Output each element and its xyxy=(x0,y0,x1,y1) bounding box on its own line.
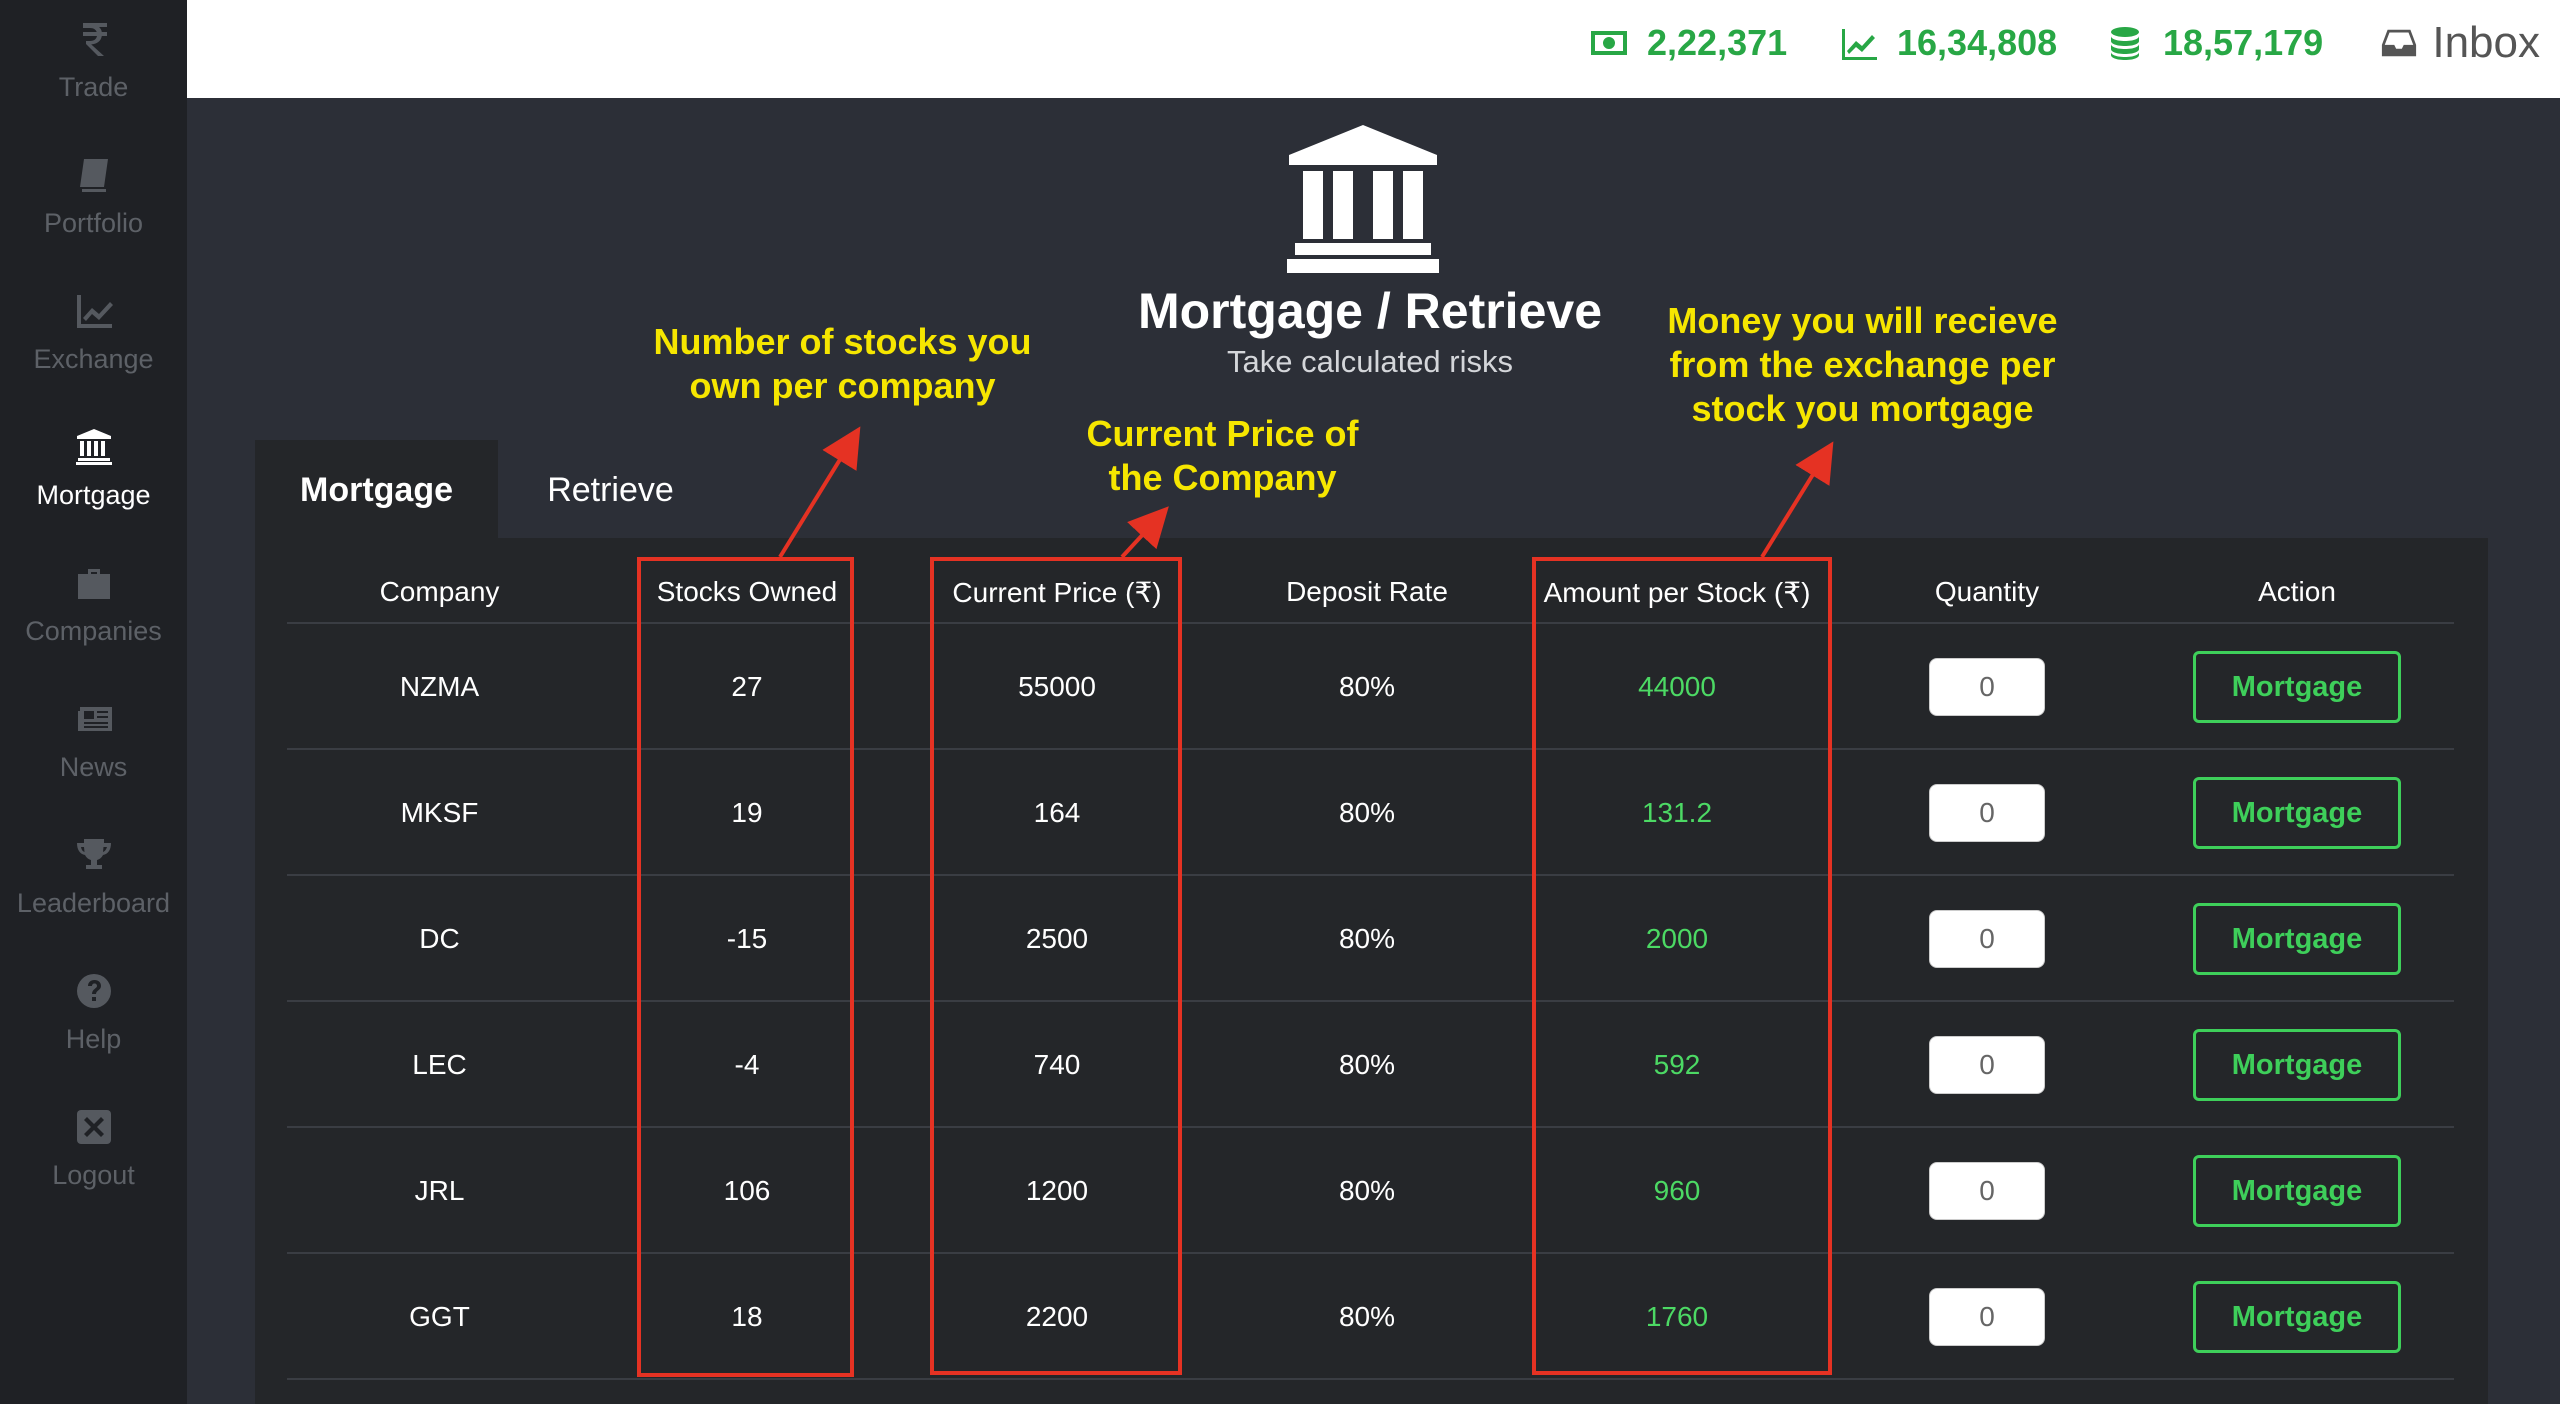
sidebar-item-label: Exchange xyxy=(33,344,154,374)
database-icon xyxy=(2111,27,2139,60)
quantity-input[interactable] xyxy=(1929,1288,2045,1346)
sidebar-item-portfolio[interactable]: Portfolio xyxy=(0,136,187,272)
bank-icon xyxy=(1283,125,1443,273)
sidebar: Trade Portfolio Exchange Mortgage Compan… xyxy=(0,0,187,1404)
sidebar-item-label: Trade xyxy=(58,72,129,102)
table-row: MKSF 19 164 80% 131.2 Mortgage xyxy=(287,748,2454,874)
mortgage-button[interactable]: Mortgage xyxy=(2193,777,2401,849)
company-cell: LEC xyxy=(412,1049,467,1080)
sidebar-item-companies[interactable]: Companies xyxy=(0,544,187,680)
quantity-cell xyxy=(1832,1254,2142,1380)
company-cell: MKSF xyxy=(400,797,479,828)
current-price-highlight xyxy=(930,557,1182,1375)
sidebar-item-label: Mortgage xyxy=(36,480,151,510)
mortgage-button[interactable]: Mortgage xyxy=(2193,1029,2401,1101)
quantity-cell xyxy=(1832,876,2142,1002)
quantity-input[interactable] xyxy=(1929,910,2045,968)
newspaper-icon xyxy=(71,696,117,742)
table-row: JRL 106 1200 80% 960 Mortgage xyxy=(287,1126,2454,1252)
action-cell: Mortgage xyxy=(2142,624,2452,750)
rupee-icon xyxy=(71,16,117,62)
action-cell: Mortgage xyxy=(2142,1002,2452,1128)
sidebar-item-news[interactable]: News xyxy=(0,680,187,816)
mortgage-button[interactable]: Mortgage xyxy=(2193,1155,2401,1227)
column-header-quantity: Quantity xyxy=(1934,576,2040,607)
deposit-rate-cell: 80% xyxy=(1338,797,1396,828)
briefcase-icon xyxy=(71,560,117,606)
line-chart-icon xyxy=(71,288,117,334)
sidebar-item-exchange[interactable]: Exchange xyxy=(0,272,187,408)
trophy-icon xyxy=(71,832,117,878)
quantity-cell xyxy=(1832,1002,2142,1128)
inbox-label: Inbox xyxy=(2432,18,2540,67)
sidebar-item-label: Portfolio xyxy=(43,208,144,238)
company-cell: JRL xyxy=(414,1175,465,1206)
table-row: GGT 18 2200 80% 1760 Mortgage xyxy=(287,1252,2454,1378)
company-cell: NZMA xyxy=(399,671,480,702)
tab-retrieve[interactable]: Retrieve xyxy=(498,440,723,540)
sidebar-item-trade[interactable]: Trade xyxy=(0,0,187,136)
quantity-input[interactable] xyxy=(1929,784,2045,842)
table-row: DC -15 2500 80% 2000 Mortgage xyxy=(287,874,2454,1000)
action-cell: Mortgage xyxy=(2142,876,2452,1002)
quantity-input[interactable] xyxy=(1929,1036,2045,1094)
bank-icon xyxy=(71,424,117,470)
inbox-link[interactable]: Inbox xyxy=(2380,18,2540,68)
table-row: LEC -4 740 80% 592 Mortgage xyxy=(287,1000,2454,1126)
sidebar-item-logout[interactable]: Logout xyxy=(0,1088,187,1224)
deposit-rate-cell: 80% xyxy=(1338,923,1396,954)
quantity-cell xyxy=(1832,1128,2142,1254)
money-icon xyxy=(1591,31,1627,55)
total-worth-value: 18,57,179 xyxy=(2163,22,2324,63)
sidebar-item-leaderboard[interactable]: Leaderboard xyxy=(0,816,187,952)
page-title: Mortgage / Retrieve xyxy=(1137,283,1602,339)
line-chart-icon xyxy=(1842,29,1877,60)
quantity-cell xyxy=(1832,750,2142,876)
stocks-owned-highlight xyxy=(637,557,854,1377)
total-worth-stat: 18,57,179 xyxy=(2105,22,2323,64)
deposit-rate-cell: 80% xyxy=(1338,1049,1396,1080)
deposit-rate-cell: 80% xyxy=(1338,671,1396,702)
action-cell: Mortgage xyxy=(2142,1128,2452,1254)
column-header-deposit-rate: Deposit Rate xyxy=(1286,576,1448,607)
quantity-input[interactable] xyxy=(1929,1162,2045,1220)
column-header-company: Company xyxy=(379,576,500,607)
action-cell: Mortgage xyxy=(2142,750,2452,876)
sidebar-item-label: Logout xyxy=(52,1160,135,1190)
close-box-icon xyxy=(71,1104,117,1150)
amount-per-stock-highlight xyxy=(1532,557,1832,1375)
question-circle-icon xyxy=(71,968,117,1014)
stock-worth-stat: 16,34,808 xyxy=(1839,22,2057,64)
amount-per-stock-annotation: Money you will recieve from the exchange… xyxy=(1667,300,2058,429)
mortgage-button[interactable]: Mortgage xyxy=(2193,1281,2401,1353)
quantity-cell xyxy=(1832,624,2142,750)
inbox-icon xyxy=(2382,29,2417,57)
sidebar-item-label: Companies xyxy=(25,616,162,646)
sidebar-item-label: News xyxy=(59,752,128,782)
top-bar: 2,22,371 16,34,808 18,57,179 Inbox xyxy=(187,0,2560,98)
current-price-annotation: Current Price of the Company xyxy=(1086,413,1359,498)
deposit-rate-cell: 80% xyxy=(1338,1175,1396,1206)
mortgage-button[interactable]: Mortgage xyxy=(2193,903,2401,975)
tab-mortgage[interactable]: Mortgage xyxy=(255,440,498,540)
column-header-action: Action xyxy=(2258,576,2336,607)
company-cell: GGT xyxy=(409,1301,470,1332)
cash-stat: 2,22,371 xyxy=(1589,22,1787,64)
stocks-owned-annotation: Number of stocks you own per company xyxy=(653,321,1032,406)
cash-value: 2,22,371 xyxy=(1647,22,1788,63)
sidebar-item-help[interactable]: Help xyxy=(0,952,187,1088)
action-cell: Mortgage xyxy=(2142,1254,2452,1380)
mortgage-button[interactable]: Mortgage xyxy=(2193,651,2401,723)
table-row: NZMA 27 55000 80% 44000 Mortgage xyxy=(287,622,2454,748)
page-subtitle: Take calculated risks xyxy=(1226,344,1513,379)
quantity-input[interactable] xyxy=(1929,658,2045,716)
table-divider xyxy=(287,1378,2454,1380)
stock-worth-value: 16,34,808 xyxy=(1897,22,2058,63)
sidebar-item-mortgage[interactable]: Mortgage xyxy=(0,408,187,544)
sidebar-item-label: Leaderboard xyxy=(16,888,171,918)
sidebar-item-label: Help xyxy=(65,1024,122,1054)
deposit-rate-cell: 80% xyxy=(1338,1301,1396,1332)
company-cell: DC xyxy=(419,923,460,954)
book-icon xyxy=(71,152,117,198)
